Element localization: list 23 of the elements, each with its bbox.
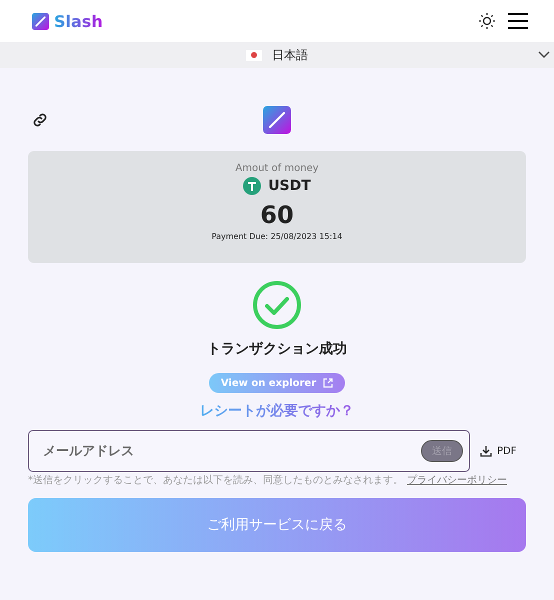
pdf-download-button[interactable]: PDF [480,445,516,457]
return-button[interactable]: ご利用サービスに戻る [28,498,526,552]
chevron-down-icon [538,51,550,59]
link-icon[interactable] [31,111,49,129]
explorer-link[interactable]: View on explorer [208,373,346,393]
amount-value: 60 [260,201,294,229]
japan-flag-icon [246,50,262,60]
amount-caption: Amout of money [235,163,319,174]
logo-icon [32,12,49,30]
success-check-icon [252,280,302,330]
brand-name: Slash [54,12,103,30]
consent-note: *送信をクリックすることで、あなたは以下を読み、同意したものとみなされます。 [28,475,403,488]
menu-icon[interactable] [508,13,528,29]
currency-name: USDT [268,178,311,194]
language-selector[interactable]: 日本語 [0,42,554,68]
payment-due: Payment Due: 25/08/2023 15:14 [212,232,342,241]
tether-icon [243,177,262,195]
theme-toggle-sun-icon[interactable] [478,12,496,30]
external-link-icon [323,378,334,388]
privacy-policy-link[interactable]: プライバシーポリシー [407,475,507,488]
download-icon [480,445,492,457]
logo-icon [263,106,291,134]
status-title: トランザクション成功 [207,340,347,358]
